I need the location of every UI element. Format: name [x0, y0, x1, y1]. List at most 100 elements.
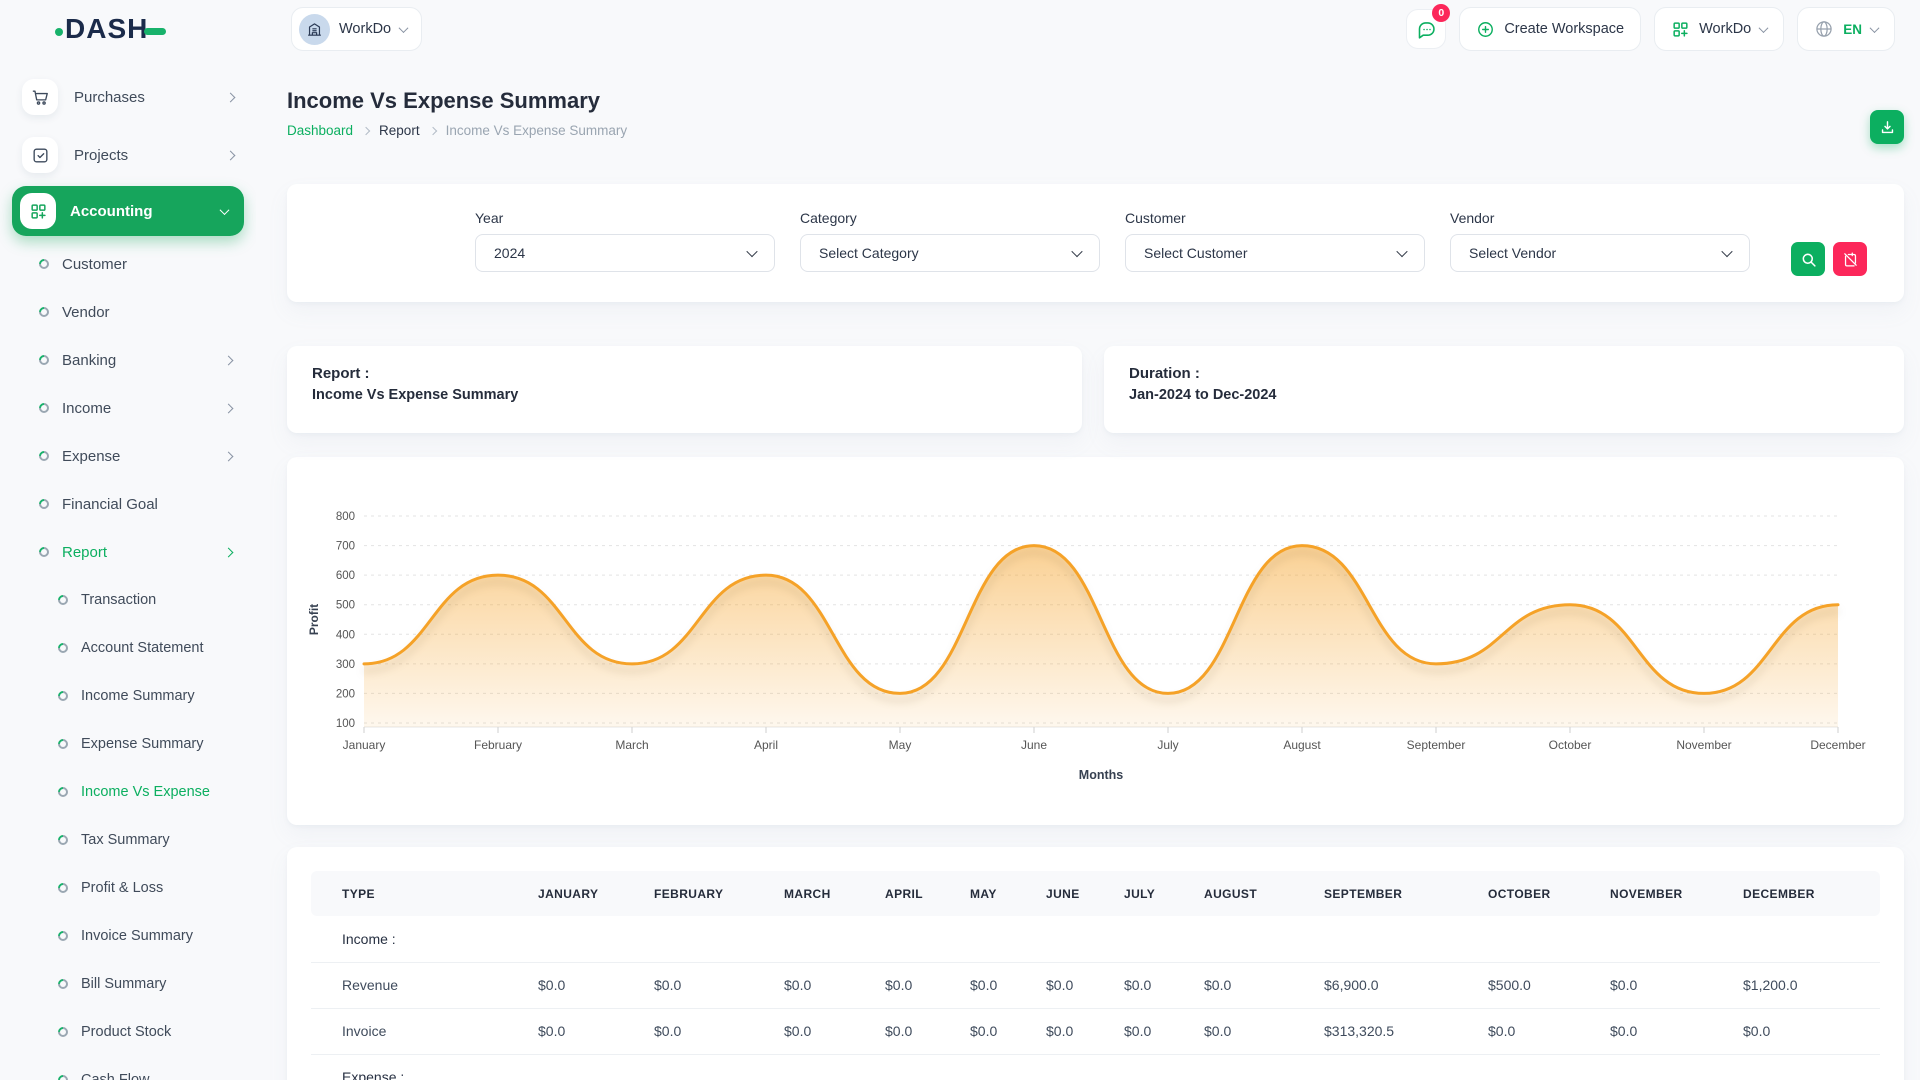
logo-dot [55, 28, 63, 36]
summary-table: TYPEJANUARYFEBRUARYMARCHAPRILMAYJUNEJULY… [311, 871, 1880, 1080]
logo-text: DASH [65, 13, 148, 45]
filter-field-customer: CustomerSelect Customer [1125, 210, 1425, 278]
sidebar-item-label: Projects [74, 147, 227, 164]
sidebar-item-expense[interactable]: Expense [0, 432, 256, 480]
column-header-type: TYPE [311, 871, 526, 916]
sidebar-item-purchases[interactable]: Purchases [0, 68, 256, 126]
sidebar-item-invoice-summary[interactable]: Invoice Summary [0, 912, 256, 960]
bullet-icon [56, 977, 70, 991]
sidebar-item-tax-summary[interactable]: Tax Summary [0, 816, 256, 864]
create-workspace-button[interactable]: Create Workspace [1459, 7, 1641, 51]
sidebar-item-customer[interactable]: Customer [0, 240, 256, 288]
breadcrumb-item-income-vs-expense-summary: Income Vs Expense Summary [446, 123, 628, 138]
cell-value: $0.0 [1192, 1008, 1312, 1054]
sidebar-item-accounting[interactable]: Accounting [12, 186, 244, 236]
sidebar-item-transaction[interactable]: Transaction [0, 576, 256, 624]
sidebar-item-vendor[interactable]: Vendor [0, 288, 256, 336]
breadcrumb-item-dashboard[interactable]: Dashboard [287, 123, 353, 138]
sidebar-item-label: Account Statement [81, 640, 232, 656]
sidebar-item-cash-flow[interactable]: Cash Flow [0, 1056, 256, 1080]
reset-filter-button[interactable] [1833, 242, 1867, 276]
logo-area: DASH [0, 13, 256, 45]
column-header-august: AUGUST [1192, 871, 1312, 916]
workspace-name: WorkDo [339, 21, 391, 37]
chat-bubble-icon [1416, 19, 1437, 40]
bullet-icon [56, 641, 70, 655]
cell-value: $0.0 [772, 962, 873, 1008]
sidebar-item-label: Income Vs Expense [81, 784, 232, 800]
bullet-icon [37, 257, 51, 271]
sidebar-item-label: Cash Flow [81, 1072, 232, 1080]
main-content: Income Vs Expense Summary Dashboard Repor… [256, 58, 1920, 1080]
messages-button[interactable]: 0 [1406, 9, 1446, 49]
chevron-right-icon [224, 547, 234, 557]
sidebar-item-label: Financial Goal [62, 496, 232, 513]
bullet-icon [37, 353, 51, 367]
filter-label-year: Year [475, 210, 775, 226]
svg-text:300: 300 [336, 659, 355, 671]
download-button[interactable] [1870, 110, 1904, 144]
sidebar-item-account-statement[interactable]: Account Statement [0, 624, 256, 672]
sidebar-item-label: Accounting [70, 203, 221, 220]
selected-value: Select Vendor [1469, 245, 1723, 261]
sidebar-item-banking[interactable]: Banking [0, 336, 256, 384]
sidebar-item-label: Income Summary [81, 688, 232, 704]
sidebar-item-product-stock[interactable]: Product Stock [0, 1008, 256, 1056]
sidebar-nav: Purchases Projects Accounting Customer Vendo… [0, 58, 256, 1080]
sidebar-item-report[interactable]: Report [0, 528, 256, 576]
filter-label-vendor: Vendor [1450, 210, 1750, 226]
language-selector[interactable]: EN [1797, 7, 1895, 51]
bullet-icon [56, 1073, 70, 1080]
bullet-icon [56, 881, 70, 895]
breadcrumb-item-report[interactable]: Report [379, 123, 420, 138]
cell-value: $0.0 [1112, 1008, 1192, 1054]
report-value: Income Vs Expense Summary [312, 387, 1057, 403]
section-header-label: Income : [311, 916, 1880, 962]
app-logo[interactable]: DASH [55, 13, 166, 45]
chevron-down-icon [1870, 23, 1880, 33]
svg-text:May: May [889, 738, 912, 752]
sidebar-item-profit-loss[interactable]: Profit & Loss [0, 864, 256, 912]
svg-text:June: June [1021, 738, 1047, 752]
cell-value: $6,900.0 [1312, 962, 1476, 1008]
sidebar-item-financial-goal[interactable]: Financial Goal [0, 480, 256, 528]
cell-value: $0.0 [772, 1008, 873, 1054]
cell-value: $500.0 [1476, 962, 1598, 1008]
sidebar-item-label: Customer [62, 256, 232, 273]
create-workspace-label: Create Workspace [1504, 21, 1624, 37]
sidebar-item-expense-summary[interactable]: Expense Summary [0, 720, 256, 768]
customer-select[interactable]: Select Customer [1125, 234, 1425, 272]
workspace-selector[interactable]: WorkDo [291, 7, 422, 51]
column-header-may: MAY [958, 871, 1034, 916]
chevron-down-icon [1759, 23, 1769, 33]
cell-value: $0.0 [1034, 962, 1112, 1008]
svg-text:400: 400 [336, 629, 355, 641]
sidebar-item-income-summary[interactable]: Income Summary [0, 672, 256, 720]
bullet-icon [56, 785, 70, 799]
apply-filter-button[interactable] [1791, 242, 1825, 276]
table-header-row: TYPEJANUARYFEBRUARYMARCHAPRILMAYJUNEJULY… [311, 871, 1880, 916]
chevron-right-icon [226, 150, 236, 160]
search-icon [1800, 251, 1817, 268]
cell-value: $0.0 [526, 962, 642, 1008]
sidebar-item-income[interactable]: Income [0, 384, 256, 432]
cell-value: $0.0 [1476, 1008, 1598, 1054]
year-select[interactable]: 2024 [475, 234, 775, 272]
app-selector[interactable]: WorkDo [1654, 7, 1784, 51]
svg-text:March: March [615, 738, 648, 752]
column-header-november: NOVEMBER [1598, 871, 1731, 916]
vendor-select[interactable]: Select Vendor [1450, 234, 1750, 272]
sidebar-item-income-vs-expense[interactable]: Income Vs Expense [0, 768, 256, 816]
bullet-icon [37, 401, 51, 415]
sidebar-item-bill-summary[interactable]: Bill Summary [0, 960, 256, 1008]
plus-circle-icon [1476, 20, 1495, 39]
category-select[interactable]: Select Category [800, 234, 1100, 272]
chevron-down-icon [1071, 246, 1082, 257]
sidebar-item-label: Purchases [74, 89, 227, 106]
svg-text:October: October [1549, 738, 1592, 752]
column-header-september: SEPTEMBER [1312, 871, 1476, 916]
column-header-july: JULY [1112, 871, 1192, 916]
selected-value: 2024 [494, 245, 748, 261]
sidebar-item-projects[interactable]: Projects [0, 126, 256, 184]
chevron-right-icon [428, 126, 436, 134]
